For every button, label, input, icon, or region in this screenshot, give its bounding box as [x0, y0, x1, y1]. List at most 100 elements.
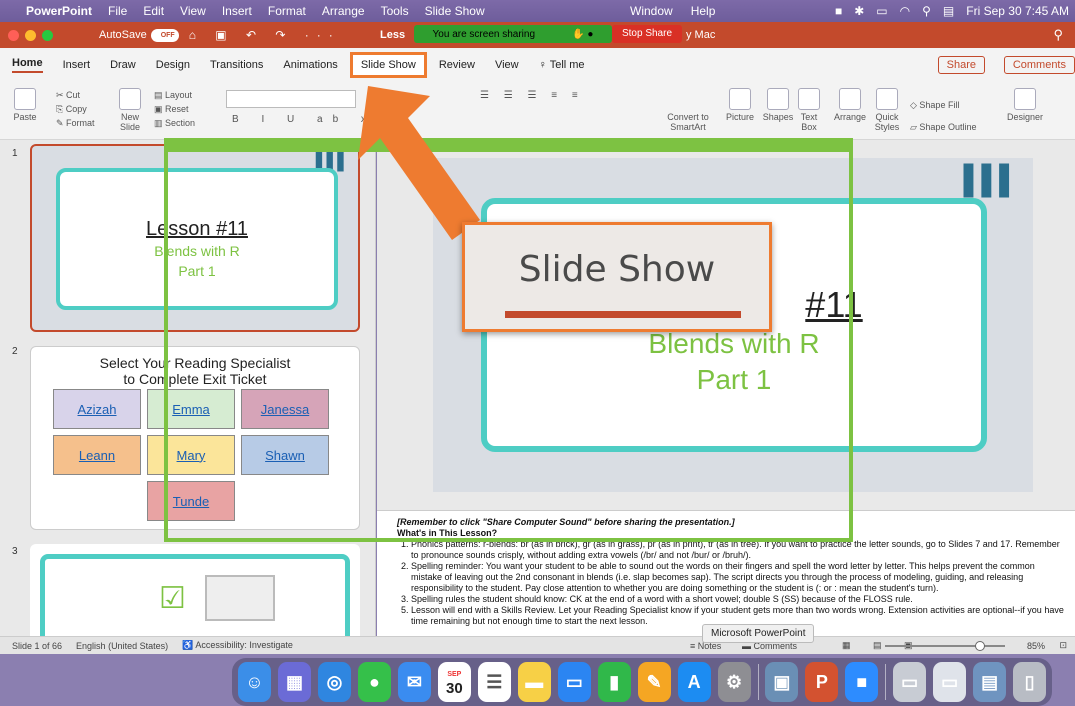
- autosave-state: OFF: [150, 28, 179, 42]
- notes-icon[interactable]: ▬: [517, 662, 551, 702]
- pause-share-icon[interactable]: ✋ ●: [572, 29, 593, 40]
- zoom-slider[interactable]: [885, 641, 1005, 651]
- folder-icon[interactable]: ▭: [893, 662, 927, 702]
- close-window-button[interactable]: [8, 29, 19, 41]
- specialist-shawn[interactable]: Shawn: [241, 435, 329, 475]
- menu-clock[interactable]: Fri Sep 30 7:45 AM: [966, 4, 1069, 18]
- tab-draw[interactable]: Draw: [110, 59, 136, 71]
- slide-thumbnail-2[interactable]: Select Your Reading Specialist to Comple…: [30, 346, 360, 530]
- quick-access-toolbar[interactable]: ⌂ ▣ ↶ ↷ ···: [189, 28, 341, 42]
- menu-arrange[interactable]: Arrange: [322, 4, 365, 18]
- text-box-button[interactable]: Text Box: [794, 88, 824, 132]
- menu-format[interactable]: Format: [268, 4, 306, 18]
- wifi-icon[interactable]: ◠: [900, 4, 910, 18]
- format-painter-button[interactable]: ✎ Format: [56, 116, 95, 130]
- designer-button[interactable]: Designer: [1000, 88, 1050, 122]
- reset-button[interactable]: ▣ Reset: [154, 102, 195, 116]
- shape-outline-button[interactable]: ▱ Shape Outline: [910, 116, 976, 138]
- trash-icon[interactable]: ▯: [1013, 662, 1047, 702]
- font-name-select[interactable]: [226, 90, 356, 108]
- reminders-icon[interactable]: ☰: [477, 662, 511, 702]
- system-preferences-icon[interactable]: ⚙: [717, 662, 751, 702]
- tab-insert[interactable]: Insert: [63, 59, 91, 71]
- cut-button[interactable]: ✂ Cut: [56, 88, 95, 102]
- preview-icon[interactable]: ▣: [765, 662, 799, 702]
- app-store-icon[interactable]: A: [677, 662, 711, 702]
- bluetooth-icon[interactable]: ✱: [854, 4, 864, 18]
- zoom-icon[interactable]: ■: [845, 662, 879, 702]
- safari-icon[interactable]: ◎: [317, 662, 351, 702]
- numbers-icon[interactable]: ▮: [597, 662, 631, 702]
- picture-button[interactable]: Picture: [720, 88, 760, 122]
- arrange-button[interactable]: Arrange: [830, 88, 870, 122]
- launchpad-icon[interactable]: ▦: [277, 662, 311, 702]
- slide-thumbnail-1[interactable]: ▌▌▌ Lesson #11 Blends with R Part 1: [30, 144, 360, 332]
- slide-thumbnail-pane[interactable]: 1 ▌▌▌ Lesson #11 Blends with R Part 1 2 …: [0, 140, 376, 644]
- menu-view[interactable]: View: [180, 4, 206, 18]
- screenshot-thumb-icon[interactable]: ▤: [973, 662, 1007, 702]
- tab-review[interactable]: Review: [439, 59, 475, 71]
- convert-smartart-button[interactable]: Convert to SmartArt: [660, 112, 716, 132]
- slide-subtitle-2[interactable]: Part 1: [487, 362, 981, 398]
- tab-animations[interactable]: Animations: [283, 59, 337, 71]
- search-icon[interactable]: ⚲: [922, 4, 931, 18]
- text-box-icon: [798, 88, 820, 110]
- menu-window[interactable]: Window: [630, 4, 673, 18]
- keynote-icon[interactable]: ▭: [557, 662, 591, 702]
- specialist-tunde[interactable]: Tunde: [147, 481, 235, 521]
- specialist-mary[interactable]: Mary: [147, 435, 235, 475]
- quick-styles-button[interactable]: Quick Styles: [870, 88, 904, 132]
- comments-button[interactable]: Comments: [1003, 56, 1075, 74]
- fill-icon: ◇: [910, 100, 920, 110]
- new-slide-button[interactable]: New Slide: [112, 88, 148, 132]
- camera-icon[interactable]: ■: [835, 4, 842, 18]
- paste-button[interactable]: Paste: [10, 88, 40, 122]
- menu-tools[interactable]: Tools: [381, 4, 409, 18]
- menu-help[interactable]: Help: [691, 4, 716, 18]
- menu-file[interactable]: File: [108, 4, 127, 18]
- menu-slide-show[interactable]: Slide Show: [425, 4, 485, 18]
- autosave-toggle[interactable]: AutoSave OFF: [99, 28, 179, 42]
- tell-me-search[interactable]: ♀ Tell me: [539, 59, 585, 71]
- specialist-azizah[interactable]: Azizah: [53, 389, 141, 429]
- layout-button[interactable]: ▤ Layout: [154, 88, 195, 102]
- tab-home[interactable]: Home: [12, 57, 43, 73]
- speaker-notes[interactable]: [Remember to click "Share Computer Sound…: [377, 510, 1075, 636]
- zoom-window-button[interactable]: [42, 29, 53, 41]
- tab-design[interactable]: Design: [156, 59, 190, 71]
- shape-fill-button[interactable]: ◇ Shape Fill: [910, 94, 976, 116]
- tab-transitions[interactable]: Transitions: [210, 59, 263, 71]
- tab-view[interactable]: View: [495, 59, 519, 71]
- specialist-leann[interactable]: Leann: [53, 435, 141, 475]
- stop-share-button[interactable]: Stop Share: [612, 25, 682, 43]
- shapes-button[interactable]: Shapes: [758, 88, 798, 122]
- font-style-buttons[interactable]: B I U ab x²: [232, 114, 389, 125]
- menu-insert[interactable]: Insert: [222, 4, 252, 18]
- tab-slide-show[interactable]: Slide Show: [349, 52, 427, 78]
- minimize-window-button[interactable]: [25, 29, 36, 41]
- section-button[interactable]: ▥ Section: [154, 116, 195, 130]
- copy-button[interactable]: ⎘ Copy: [56, 102, 95, 116]
- control-center-icon[interactable]: ▤: [943, 4, 954, 18]
- accessibility-status[interactable]: ♿ Accessibility: Investigate: [182, 640, 293, 651]
- share-button[interactable]: Share: [937, 56, 985, 74]
- paragraph-buttons[interactable]: ☰ ☰ ☰ ≡ ≡: [480, 90, 584, 101]
- slide-thumbnail-3[interactable]: ☑: [30, 544, 360, 644]
- zoom-level[interactable]: 85%: [1027, 641, 1045, 651]
- window-thumb-icon[interactable]: ▭: [933, 662, 967, 702]
- specialist-janessa[interactable]: Janessa: [241, 389, 329, 429]
- zoom-slider-knob[interactable]: [975, 641, 985, 651]
- battery-icon[interactable]: ▭: [876, 4, 887, 18]
- powerpoint-icon[interactable]: P: [805, 662, 839, 702]
- finder-icon[interactable]: ☺: [238, 662, 271, 702]
- messages-icon[interactable]: ●: [357, 662, 391, 702]
- calendar-icon[interactable]: SEP 30: [437, 662, 471, 702]
- specialist-emma[interactable]: Emma: [147, 389, 235, 429]
- title-search-icon[interactable]: ⚲: [1053, 27, 1063, 43]
- language-indicator[interactable]: English (United States): [76, 641, 168, 651]
- menu-edit[interactable]: Edit: [143, 4, 164, 18]
- pages-icon[interactable]: ✎: [637, 662, 671, 702]
- menu-powerpoint[interactable]: PowerPoint: [26, 4, 92, 18]
- fit-window-icon[interactable]: ⊡: [1059, 640, 1067, 651]
- mail-icon[interactable]: ✉: [397, 662, 431, 702]
